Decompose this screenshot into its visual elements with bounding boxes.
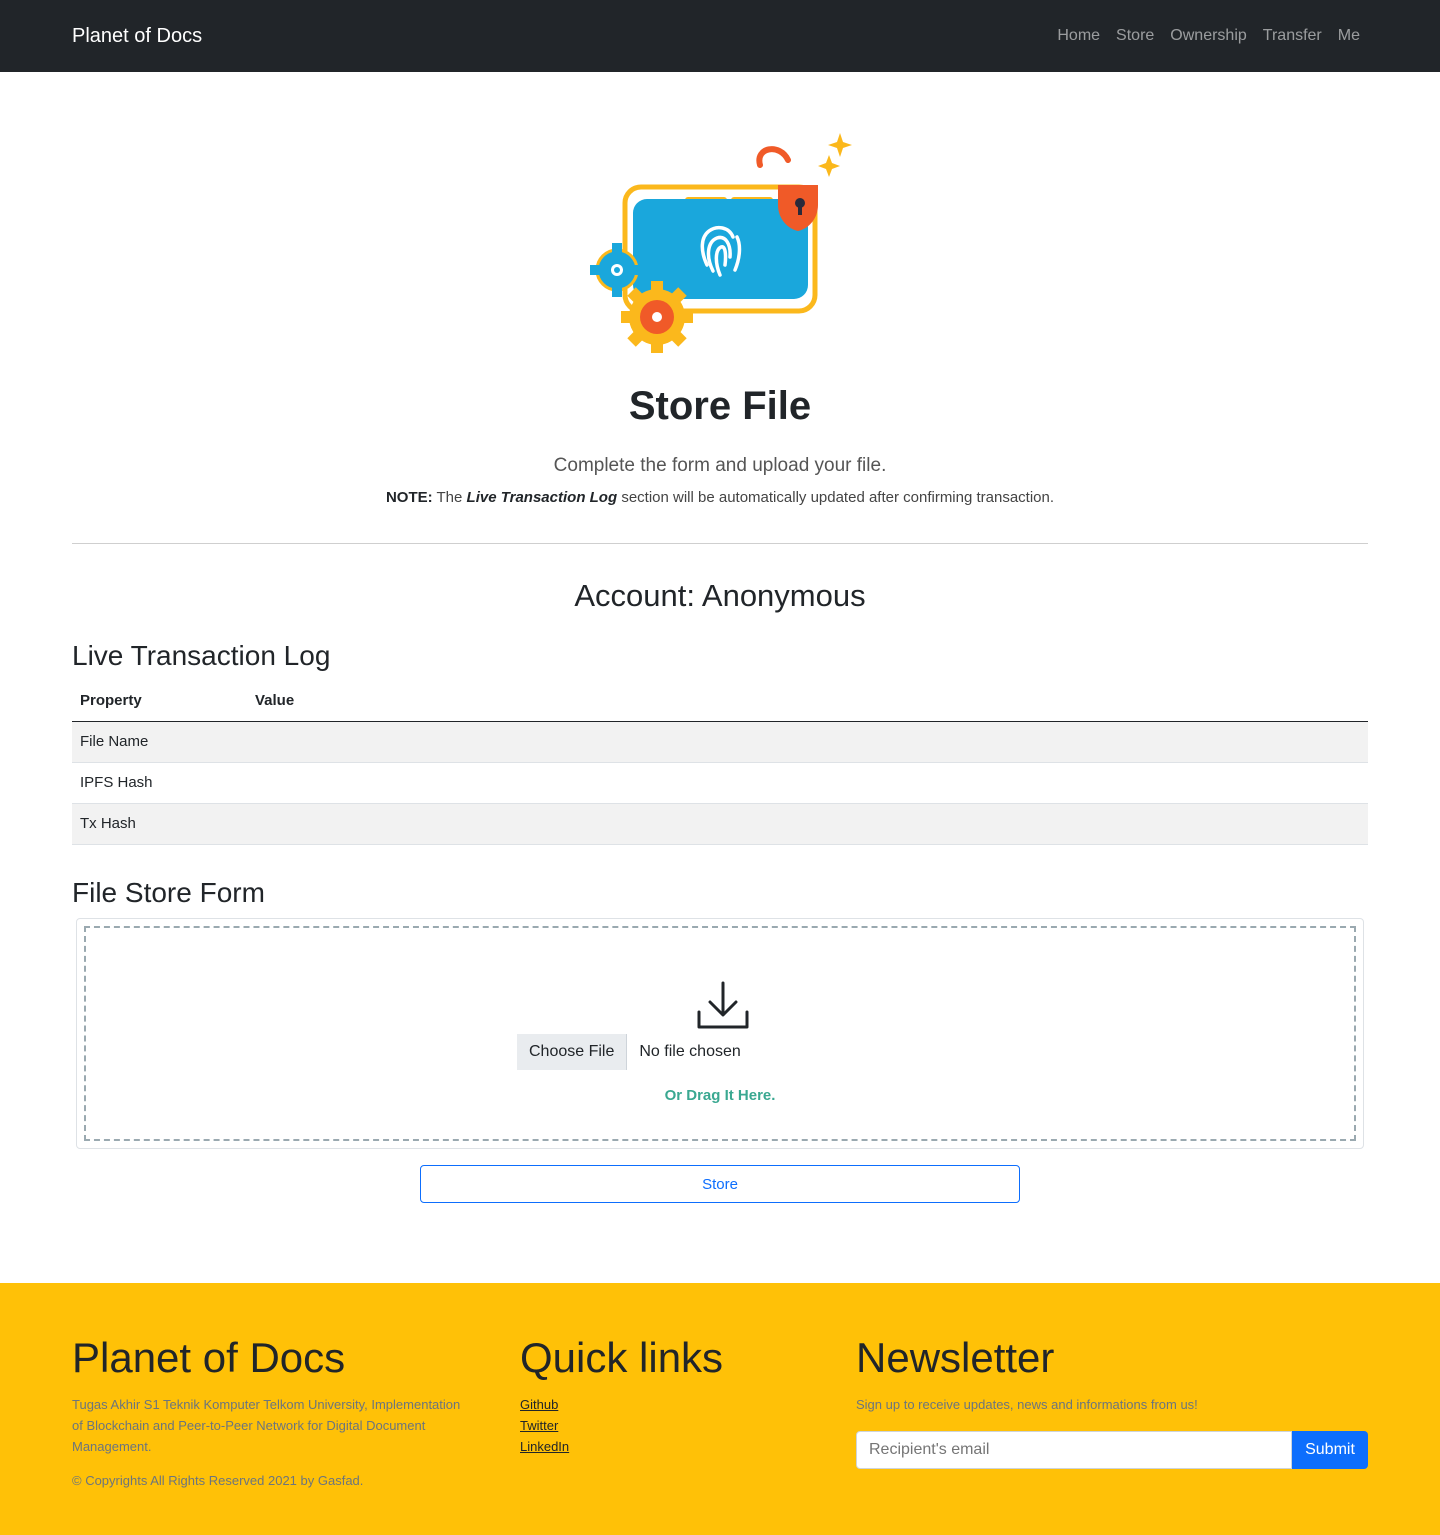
form-heading: File Store Form [72,877,265,908]
footer-copyright: © Copyrights All Rights Reserved 2021 by… [72,1473,364,1488]
page-lead: Complete the form and upload your file. [553,455,887,476]
drag-hint: Or Drag It Here. [664,1087,776,1104]
table-row: File Name [72,721,1368,763]
row-value [247,762,1368,804]
nav-link-transfer[interactable]: Transfer [1255,27,1330,45]
row-property: Tx Hash [72,803,247,845]
submit-button[interactable]: Submit [1292,1431,1368,1469]
store-button[interactable]: Store [420,1165,1020,1203]
row-value [247,721,1368,763]
row-property: File Name [72,721,247,763]
table-header-row: Property Value [72,680,1368,722]
link-github[interactable]: Github [520,1394,780,1415]
navbar-brand[interactable]: Planet of Docs [72,25,202,48]
column-header-property: Property [72,680,247,722]
email-field[interactable] [856,1431,1292,1469]
newsletter-form: Submit [856,1431,1368,1469]
newsletter-title: Newsletter [856,1334,1055,1381]
note-pre: The [436,489,463,506]
footer-brand: Planet of Docs [72,1334,346,1381]
footer-newsletter: Newsletter Sign up to receive updates, n… [856,1333,1368,1469]
note-emphasis: Live Transaction Log [466,489,618,506]
download-icon [697,981,749,1029]
note-label: NOTE: [385,489,433,506]
account-label: Account: Anonymous [574,578,866,613]
footer: Planet of Docs Tugas Akhir S1 Teknik Kom… [0,1283,1440,1535]
nav-link-home[interactable]: Home [1049,27,1108,45]
navbar: Planet of Docs Home Store Ownership Tran… [0,0,1440,72]
nav-link-ownership[interactable]: Ownership [1162,27,1254,45]
row-value [247,803,1368,845]
page-title: Store File [628,384,812,428]
footer-quick-links: Quick links Github Twitter LinkedIn [520,1333,780,1457]
log-heading: Live Transaction Log [72,640,331,671]
nav-link-store[interactable]: Store [1108,27,1162,45]
divider [72,543,1368,544]
link-linkedin[interactable]: LinkedIn [520,1436,780,1457]
link-twitter[interactable]: Twitter [520,1415,780,1436]
choose-file-button[interactable]: Choose File [517,1034,628,1070]
table-row: Tx Hash [72,803,1368,845]
file-drop-zone[interactable]: Choose File No file chosen Or Drag It He… [84,926,1356,1141]
newsletter-text: Sign up to receive updates, news and inf… [856,1397,1198,1412]
table-row: IPFS Hash [72,762,1368,804]
footer-description: Tugas Akhir S1 Teknik Komputer Telkom Un… [72,1397,461,1454]
file-drop-container: Choose File No file chosen Or Drag It He… [76,918,1364,1149]
footer-about: Planet of Docs Tugas Akhir S1 Teknik Kom… [72,1333,462,1488]
quick-links-title: Quick links [520,1334,724,1381]
transaction-log-table: Property Value File Name IPFS Hash Tx Ha… [72,680,1368,845]
file-input[interactable]: Choose File No file chosen [517,1034,741,1070]
note-post: section will be automatically updated af… [621,489,1055,506]
row-property: IPFS Hash [72,762,247,804]
file-status: No file chosen [639,1043,741,1060]
column-header-value: Value [247,680,1368,722]
nav-links: Home Store Ownership Transfer Me [1049,27,1368,45]
secure-file-illustration [590,133,852,353]
quick-links-list: Github Twitter LinkedIn [520,1394,780,1457]
nav-link-me[interactable]: Me [1330,27,1368,45]
page-note: NOTE: The Live Transaction Log section w… [0,489,1440,506]
